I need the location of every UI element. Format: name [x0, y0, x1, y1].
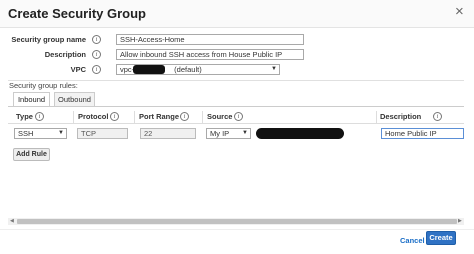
- description-label: Description: [44, 50, 86, 59]
- col-header-description: Description: [380, 112, 422, 121]
- info-icon[interactable]: i: [92, 65, 101, 74]
- horizontal-scrollbar[interactable]: ◀ ▶: [8, 218, 464, 225]
- dialog-header: Create Security Group ×: [0, 0, 474, 28]
- info-icon[interactable]: i: [110, 112, 119, 121]
- tab-outbound[interactable]: Outbound: [54, 92, 95, 106]
- header-underline: [8, 123, 464, 124]
- column-separator: [134, 111, 135, 123]
- rule-description-input[interactable]: Home Public IP: [381, 128, 464, 139]
- rules-section-label: Security group rules:: [9, 81, 78, 90]
- tab-inbound[interactable]: Inbound: [13, 92, 50, 107]
- col-header-type: Type: [16, 112, 33, 121]
- col-header-protocol: Protocol: [78, 112, 109, 121]
- column-separator: [202, 111, 203, 123]
- chevron-down-icon: ▼: [242, 130, 248, 136]
- col-header-source: Source: [207, 112, 233, 121]
- rule-port-range-field: 22: [140, 128, 196, 139]
- column-separator: [376, 111, 377, 123]
- vpc-label: VPC: [70, 65, 86, 74]
- scrollbar-thumb[interactable]: [17, 219, 457, 224]
- chevron-down-icon: ▼: [271, 66, 277, 72]
- cancel-button[interactable]: Cancel: [400, 236, 425, 245]
- redaction-mark: [256, 128, 344, 139]
- info-icon[interactable]: i: [234, 112, 243, 121]
- rule-type-select[interactable]: SSH ▼: [14, 128, 67, 139]
- chevron-down-icon: ▼: [58, 130, 64, 136]
- info-icon[interactable]: i: [92, 35, 101, 44]
- info-icon[interactable]: i: [433, 112, 442, 121]
- create-button[interactable]: Create: [426, 231, 456, 245]
- dialog-title: Create Security Group: [8, 6, 146, 21]
- close-icon[interactable]: ×: [455, 3, 464, 21]
- description-input[interactable]: Allow inbound SSH access from House Publ…: [116, 49, 304, 60]
- scroll-right-icon[interactable]: ▶: [458, 218, 462, 225]
- scroll-left-icon[interactable]: ◀: [10, 218, 14, 225]
- info-icon[interactable]: i: [92, 50, 101, 59]
- rule-protocol-field: TCP: [77, 128, 128, 139]
- column-separator: [73, 111, 74, 123]
- group-name-label: Security group name: [11, 35, 86, 44]
- vpc-suffix: (default): [174, 65, 202, 74]
- col-header-port-range: Port Range: [139, 112, 180, 121]
- info-icon[interactable]: i: [35, 112, 44, 121]
- tab-underline: [8, 106, 464, 107]
- add-rule-button[interactable]: Add Rule: [13, 148, 50, 161]
- footer-divider: [0, 229, 474, 230]
- info-icon[interactable]: i: [180, 112, 189, 121]
- redaction-mark: [133, 65, 165, 74]
- create-security-group-dialog: Create Security Group × Security group n…: [0, 0, 474, 254]
- group-name-input[interactable]: SSH-Access-Home: [116, 34, 304, 45]
- rule-source-select[interactable]: My IP ▼: [206, 128, 251, 139]
